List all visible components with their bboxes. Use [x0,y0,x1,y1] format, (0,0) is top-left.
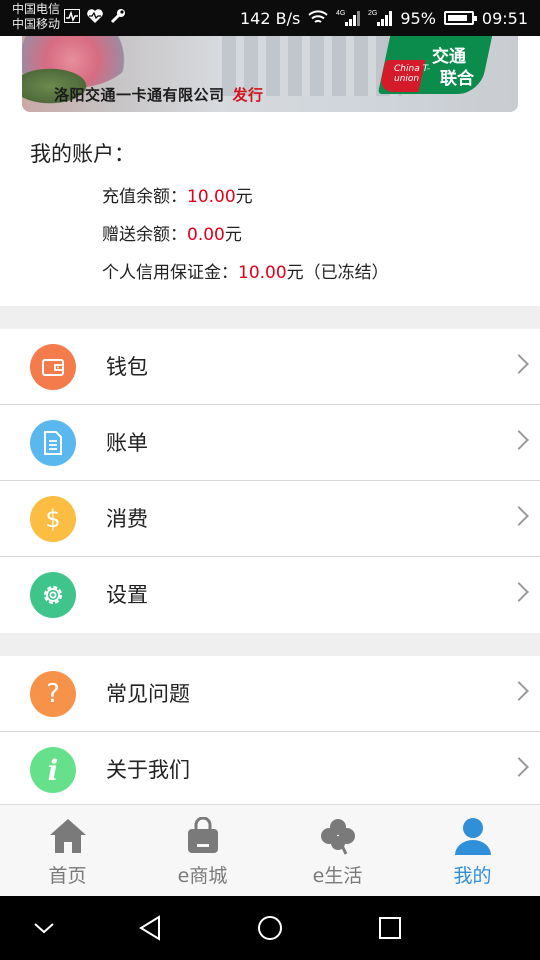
tab-mine[interactable]: 我的 [405,805,540,896]
system-navigation-bar [0,896,540,960]
issued-label: 发行 [232,86,264,104]
menu-item-consumption[interactable]: $ 消费 [0,481,540,557]
dollar-icon: $ [30,496,76,542]
svg-text:4G: 4G [336,10,345,17]
menu-label-consumption: 消费 [106,507,148,531]
logo-text-lianhe: 联合 [440,69,474,89]
carrier-1: 中国电信 [12,2,61,16]
notification-icons [64,8,126,24]
status-bar: 中国电信 中国移动 142 B/s 4G 2G 95% 09:51 [0,0,540,36]
account-section: 我的账户： 充值余额：10.00元 赠送余额：0.00元 个人信用保证金：10.… [0,118,540,306]
recents-button[interactable] [372,910,408,946]
home-circle-icon [258,916,282,940]
chevron-right-icon [509,582,529,602]
card-banner[interactable]: 洛阳交通一卡通有限公司 发行 交通 联合 China T-union [22,36,518,112]
menu-label-settings: 设置 [106,583,148,607]
wifi-icon [308,10,329,23]
chevron-right-icon [509,354,529,374]
gift-balance-row: 赠送余额：0.00元 [102,220,242,245]
chevron-right-icon [509,757,529,777]
back-triangle-icon [139,915,160,941]
carrier-names: 中国电信 中国移动 [12,2,60,32]
logo-text-en: China T-union [394,64,431,84]
tab-label-mine: 我的 [453,865,492,887]
status-right: 142 B/s 4G 2G 95% 09:51 [240,0,528,36]
deposit-row: 个人信用保证金：10.00元（已冻结） [102,258,389,283]
hide-nav-button[interactable] [26,910,62,946]
wrench-icon [110,9,125,24]
home-button[interactable] [252,910,288,946]
tab-life[interactable]: e生活 [270,805,405,896]
bottom-tab-bar: 首页 e商城 e生活 我的 [0,804,540,896]
signal-4g-icon: 4G [336,10,361,26]
home-icon [49,819,86,853]
back-button[interactable] [132,910,168,946]
wallet-icon [30,344,76,390]
menu-label-bill: 账单 [106,431,148,455]
deposit-value: 10.00 [238,263,287,283]
clover-icon [320,819,355,855]
activity-icon [64,9,80,23]
chevron-right-icon [509,681,529,701]
heart-rate-icon [87,9,103,23]
menu-label-faq: 常见问题 [106,682,190,706]
bill-icon [30,420,76,466]
gift-label: 赠送余额： [102,225,187,245]
menu-item-wallet[interactable]: 钱包 [0,329,540,405]
banner-area: 洛阳交通一卡通有限公司 发行 交通 联合 China T-union [0,36,540,118]
recharge-unit: 元 [235,187,253,207]
menu-label-about: 关于我们 [106,758,190,782]
account-title: 我的账户： [30,142,135,166]
gift-value: 0.00 [187,225,225,245]
svg-text:2G: 2G [368,10,377,17]
banner-issuer-text: 洛阳交通一卡通有限公司 发行 [54,84,264,105]
menu-label-wallet: 钱包 [106,355,148,379]
issuer-name: 洛阳交通一卡通有限公司 [54,86,225,104]
tab-label-life: e生活 [312,865,363,887]
battery-icon [443,11,477,25]
network-speed: 142 B/s [240,8,301,28]
tab-home[interactable]: 首页 [0,805,135,896]
menu-item-about[interactable]: i 关于我们 [0,732,540,808]
menu-item-faq[interactable]: ? 常见问题 [0,656,540,732]
recharge-value: 10.00 [187,187,236,207]
deposit-label: 个人信用保证金： [102,263,238,283]
tab-mall[interactable]: e商城 [135,805,270,896]
chevron-right-icon [509,506,529,526]
shopping-bag-icon [187,817,218,853]
user-icon [454,818,491,855]
menu-item-bill[interactable]: 账单 [0,405,540,481]
recents-square-icon [379,917,401,939]
tab-label-mall: e商城 [177,865,228,887]
gear-icon [30,572,76,618]
chevron-down-icon [34,923,54,934]
info-icon: i [30,747,76,793]
tab-label-home: 首页 [48,865,87,887]
help-menu: ? 常见问题 i 关于我们 [0,656,540,804]
account-menu: 钱包 账单 $ 消费 设置 [0,329,540,633]
gift-unit: 元 [224,225,242,245]
signal-2g-icon: 2G [368,10,393,26]
battery-percent: 95% [400,8,436,28]
menu-item-settings[interactable]: 设置 [0,557,540,633]
question-icon: ? [30,671,76,717]
recharge-balance-row: 充值余额：10.00元 [102,182,253,207]
clock: 09:51 [481,8,528,28]
carrier-2: 中国移动 [12,17,61,31]
chevron-right-icon [509,430,529,450]
deposit-unit: 元（已冻结） [286,263,389,283]
recharge-label: 充值余额： [102,187,187,207]
